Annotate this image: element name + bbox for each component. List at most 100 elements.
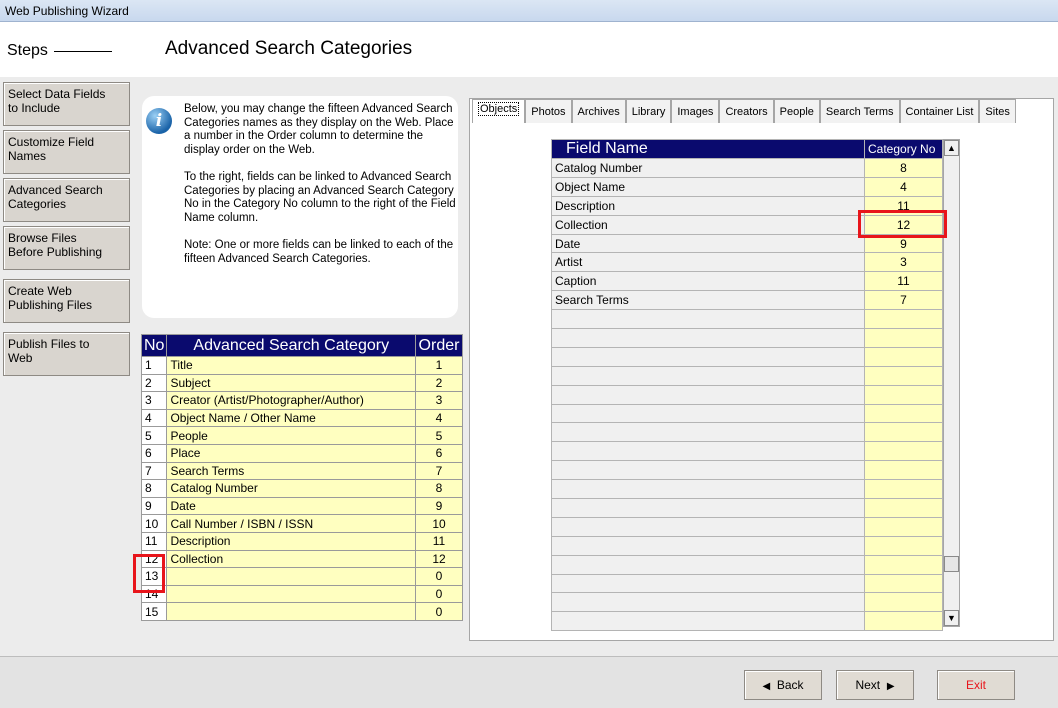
- field-name-cell[interactable]: [551, 460, 865, 481]
- tab-objects[interactable]: Objects: [472, 99, 526, 123]
- step-customize-field-names[interactable]: Customize Field Names: [3, 130, 130, 174]
- category-name-cell[interactable]: Search Terms: [166, 461, 416, 481]
- category-no-cell[interactable]: [864, 535, 943, 556]
- category-name-cell[interactable]: Creator (Artist/Photographer/Author): [166, 391, 416, 410]
- category-name-cell[interactable]: [166, 567, 416, 586]
- field-name-cell[interactable]: [551, 573, 865, 594]
- field-name-cell[interactable]: Object Name: [551, 176, 865, 197]
- category-no-cell[interactable]: [864, 346, 943, 367]
- category-no-cell[interactable]: 4: [864, 176, 943, 197]
- tab-container-list[interactable]: Container List: [899, 99, 980, 123]
- category-no-cell[interactable]: [864, 403, 943, 424]
- step-publish-files[interactable]: Publish Files to Web: [3, 332, 130, 376]
- category-no-cell[interactable]: [864, 498, 943, 518]
- field-name-cell[interactable]: Date: [551, 233, 865, 254]
- field-name-cell[interactable]: [551, 611, 865, 632]
- category-name-cell[interactable]: Date: [166, 496, 416, 516]
- category-name-cell[interactable]: Object Name / Other Name: [166, 408, 416, 428]
- category-no-cell[interactable]: [864, 441, 943, 462]
- order-cell[interactable]: 2: [415, 373, 463, 393]
- field-name-cell[interactable]: [551, 535, 865, 556]
- scroll-up-icon[interactable]: ▲: [944, 140, 959, 156]
- step-advanced-search-categories[interactable]: Advanced Search Categories: [3, 178, 130, 222]
- order-cell[interactable]: 9: [415, 496, 463, 516]
- field-name-cell[interactable]: Search Terms: [551, 290, 865, 311]
- scroll-thumb[interactable]: [944, 556, 959, 572]
- field-name-cell[interactable]: [551, 592, 865, 613]
- table-row: 15 0: [140, 602, 463, 621]
- field-name-cell[interactable]: Description: [551, 195, 865, 216]
- field-name-cell[interactable]: Artist: [551, 252, 865, 273]
- category-no-cell[interactable]: 7: [864, 290, 943, 311]
- category-no-cell[interactable]: [864, 611, 943, 632]
- category-name-cell[interactable]: [166, 602, 416, 621]
- category-name-cell[interactable]: Call Number / ISBN / ISSN: [166, 514, 416, 533]
- scroll-down-icon[interactable]: ▼: [944, 610, 959, 626]
- tab-search-terms[interactable]: Search Terms: [819, 99, 900, 123]
- order-cell[interactable]: 11: [415, 531, 463, 551]
- tab-archives[interactable]: Archives: [571, 99, 626, 123]
- order-cell[interactable]: 5: [415, 426, 463, 445]
- next-button[interactable]: Next ▶: [836, 670, 914, 700]
- category-name-cell[interactable]: Description: [166, 531, 416, 551]
- category-no-cell[interactable]: [864, 460, 943, 481]
- order-cell[interactable]: 0: [415, 602, 463, 621]
- tab-library[interactable]: Library: [625, 99, 672, 123]
- category-no-cell[interactable]: [864, 516, 943, 537]
- category-no-cell[interactable]: 8: [864, 158, 943, 178]
- category-no-cell[interactable]: [864, 592, 943, 613]
- field-name-cell[interactable]: [551, 516, 865, 537]
- order-cell[interactable]: 7: [415, 461, 463, 481]
- field-name-cell[interactable]: [551, 554, 865, 575]
- tab-images[interactable]: Images: [671, 99, 720, 123]
- exit-button[interactable]: Exit: [937, 670, 1015, 700]
- order-cell[interactable]: 1: [415, 356, 463, 375]
- category-no-cell[interactable]: [864, 309, 943, 330]
- category-no-cell[interactable]: [864, 422, 943, 443]
- category-name-cell[interactable]: Catalog Number: [166, 479, 416, 498]
- category-name-cell[interactable]: Collection: [166, 549, 416, 569]
- category-no-cell[interactable]: [864, 479, 943, 500]
- field-name-cell[interactable]: [551, 309, 865, 330]
- tab-people[interactable]: People: [773, 99, 820, 123]
- category-no-cell[interactable]: [864, 365, 943, 386]
- category-name-cell[interactable]: People: [166, 426, 416, 445]
- field-name-cell[interactable]: [551, 441, 865, 462]
- field-name-cell[interactable]: [551, 422, 865, 443]
- order-cell[interactable]: 10: [415, 514, 463, 533]
- field-name-cell[interactable]: Caption: [551, 271, 865, 292]
- back-button[interactable]: ◀ Back: [744, 670, 822, 700]
- category-name-cell[interactable]: Title: [166, 356, 416, 375]
- field-name-cell[interactable]: Catalog Number: [551, 158, 865, 178]
- order-cell[interactable]: 3: [415, 391, 463, 410]
- field-name-cell[interactable]: [551, 479, 865, 500]
- order-cell[interactable]: 4: [415, 408, 463, 428]
- step-select-data-fields[interactable]: Select Data Fields to Include: [3, 82, 130, 126]
- tab-sites[interactable]: Sites: [979, 99, 1016, 123]
- order-cell[interactable]: 6: [415, 443, 463, 463]
- category-no-cell[interactable]: [864, 554, 943, 575]
- field-name-cell[interactable]: Collection: [551, 214, 865, 235]
- category-name-cell[interactable]: Place: [166, 443, 416, 463]
- category-name-cell[interactable]: [166, 584, 416, 604]
- field-name-cell[interactable]: [551, 384, 865, 405]
- category-no-cell[interactable]: 11: [864, 271, 943, 292]
- category-no-cell[interactable]: [864, 573, 943, 594]
- category-no-cell[interactable]: [864, 384, 943, 405]
- order-cell[interactable]: 12: [415, 549, 463, 569]
- step-browse-files[interactable]: Browse Files Before Publishing: [3, 226, 130, 270]
- field-name-cell[interactable]: [551, 498, 865, 518]
- order-cell[interactable]: 0: [415, 584, 463, 604]
- order-cell[interactable]: 8: [415, 479, 463, 498]
- field-name-cell[interactable]: [551, 328, 865, 348]
- order-cell[interactable]: 0: [415, 567, 463, 586]
- tab-creators[interactable]: Creators: [719, 99, 774, 123]
- category-name-cell[interactable]: Subject: [166, 373, 416, 393]
- field-name-cell[interactable]: [551, 365, 865, 386]
- tab-photos[interactable]: Photos: [525, 99, 572, 123]
- field-name-cell[interactable]: [551, 346, 865, 367]
- category-no-cell[interactable]: 3: [864, 252, 943, 273]
- field-name-cell[interactable]: [551, 403, 865, 424]
- category-no-cell[interactable]: [864, 328, 943, 348]
- step-create-web-files[interactable]: Create Web Publishing Files: [3, 279, 130, 323]
